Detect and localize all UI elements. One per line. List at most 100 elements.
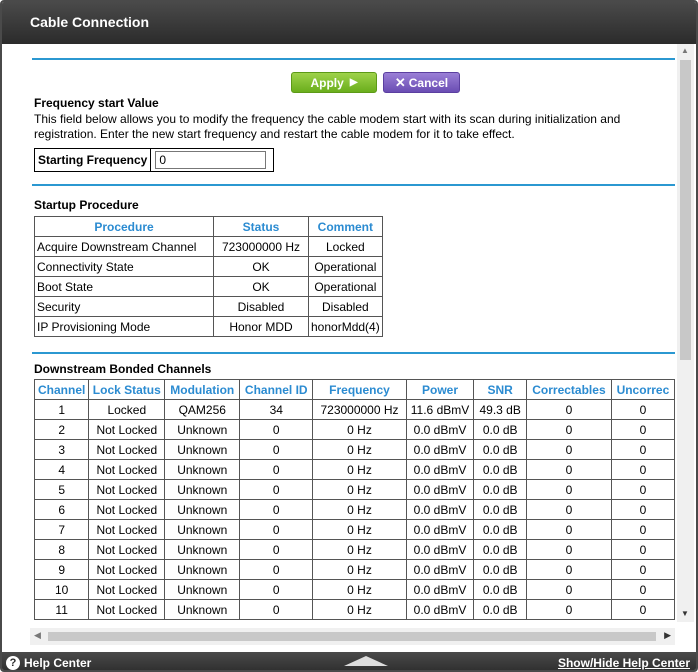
- table-cell: 3: [33, 439, 90, 460]
- scroll-thumb[interactable]: [48, 632, 656, 641]
- table-cell: 0: [239, 579, 314, 600]
- table-cell: OK: [213, 256, 309, 277]
- help-center-link[interactable]: Help Center: [24, 656, 91, 670]
- table-cell: 0.0 dBmV: [405, 559, 475, 580]
- table-cell: Security: [34, 296, 214, 317]
- table-cell: Unknown: [164, 559, 241, 580]
- cancel-button[interactable]: ✕ Cancel: [383, 72, 460, 93]
- column-header: Status: [213, 216, 309, 237]
- table-cell: 11: [33, 599, 90, 620]
- column-header: Correctables: [526, 379, 612, 400]
- scroll-down-icon[interactable]: ▼: [681, 609, 689, 618]
- table-cell: 0.0 dB: [473, 519, 528, 540]
- startup-heading: Startup Procedure: [34, 198, 139, 212]
- table-cell: Unknown: [164, 579, 241, 600]
- table-cell: Unknown: [164, 479, 241, 500]
- column-header: Modulation: [164, 379, 241, 400]
- modem-panel: Cable Connection Apply ▶ ✕ Cancel Freque…: [0, 0, 698, 672]
- table-cell: 0: [239, 459, 314, 480]
- column-header: Power: [405, 379, 475, 400]
- table-cell: Unknown: [164, 519, 241, 540]
- table-cell: 0 Hz: [312, 539, 407, 560]
- help-circle-icon[interactable]: ?: [6, 656, 20, 670]
- table-row: 10 Not Locked Unknown 0 0 Hz 0.0 dBmV 0.0 dB 0 0: [33, 579, 675, 600]
- table-cell: Not Locked: [88, 519, 166, 540]
- table-cell: 0: [526, 539, 612, 560]
- scroll-right-icon[interactable]: ▶: [664, 630, 671, 641]
- table-cell: 49.3 dB: [473, 399, 528, 420]
- table-cell: 0: [610, 559, 675, 580]
- content-area: Apply ▶ ✕ Cancel Frequency start Value T…: [30, 44, 675, 622]
- column-header: Comment: [308, 216, 383, 237]
- table-cell: Unknown: [164, 439, 241, 460]
- table-cell: 0 Hz: [312, 579, 407, 600]
- table-cell: 0: [610, 539, 675, 560]
- column-header: Procedure: [34, 216, 214, 237]
- table-cell: 0.0 dB: [473, 439, 528, 460]
- divider: [32, 58, 675, 60]
- table-cell: 0: [610, 459, 675, 480]
- table-cell: 0.0 dBmV: [405, 439, 475, 460]
- table-cell: Operational: [308, 276, 383, 297]
- apply-label: Apply: [310, 75, 344, 90]
- table-cell: 0: [239, 519, 314, 540]
- table-cell: 0: [610, 399, 675, 420]
- table-row: 1 Locked QAM256 34 723000000 Hz 11.6 dBmV 49.3…: [33, 399, 675, 420]
- help-toggle-tab[interactable]: [344, 656, 388, 666]
- downstream-table: Channel Lock Status Modulation Channel ID Fr…: [33, 379, 675, 620]
- frequency-description: This field below allows you to modify th…: [34, 112, 621, 141]
- table-row: 2 Not Locked Unknown 0 0 Hz 0.0 dBmV 0.0 dB 0 0: [33, 419, 675, 440]
- table-cell: 723000000 Hz: [213, 236, 309, 257]
- vertical-scrollbar[interactable]: ▲ ▼: [677, 44, 694, 622]
- horizontal-scrollbar[interactable]: ◀ ▶: [30, 628, 675, 645]
- table-row: 7 Not Locked Unknown 0 0 Hz 0.0 dBmV 0.0 dB 0 0: [33, 519, 675, 540]
- starting-frequency-input[interactable]: [155, 151, 267, 169]
- table-cell: Honor MDD: [213, 316, 309, 337]
- table-cell: Unknown: [164, 499, 241, 520]
- column-header: Channel: [33, 379, 90, 400]
- scroll-up-icon[interactable]: ▲: [681, 46, 689, 55]
- column-header: Uncorrec: [610, 379, 675, 400]
- table-cell: 0.0 dB: [473, 419, 528, 440]
- table-row: 3 Not Locked Unknown 0 0 Hz 0.0 dBmV 0.0 dB 0 0: [33, 439, 675, 460]
- table-cell: 0: [526, 499, 612, 520]
- table-row: 5 Not Locked Unknown 0 0 Hz 0.0 dBmV 0.0 dB 0 0: [33, 479, 675, 500]
- table-cell: IP Provisioning Mode: [34, 316, 214, 337]
- column-header: SNR: [473, 379, 528, 400]
- table-cell: 0.0 dB: [473, 499, 528, 520]
- table-cell: Not Locked: [88, 419, 166, 440]
- table-cell: 0: [610, 479, 675, 500]
- table-header-row: Procedure Status Comment: [34, 216, 383, 237]
- table-cell: Not Locked: [88, 499, 166, 520]
- table-cell: QAM256: [164, 399, 241, 420]
- table-cell: honorMdd(4): [308, 316, 383, 337]
- starting-frequency-row: Starting Frequency: [34, 148, 274, 172]
- table-cell: 0: [610, 439, 675, 460]
- table-cell: 0.0 dB: [473, 459, 528, 480]
- table-row: Security Disabled Disabled: [34, 296, 383, 317]
- scroll-left-icon[interactable]: ◀: [34, 630, 41, 641]
- table-cell: 0: [526, 559, 612, 580]
- table-cell: 0: [239, 479, 314, 500]
- scroll-thumb[interactable]: [680, 60, 691, 360]
- table-cell: 723000000 Hz: [312, 399, 407, 420]
- table-cell: 0.0 dBmV: [405, 599, 475, 620]
- table-cell: 2: [33, 419, 90, 440]
- table-cell: Unknown: [164, 599, 241, 620]
- divider: [32, 184, 675, 186]
- table-cell: Connectivity State: [34, 256, 214, 277]
- table-cell: 6: [33, 499, 90, 520]
- table-cell: 7: [33, 519, 90, 540]
- show-hide-help-link[interactable]: Show/Hide Help Center: [558, 656, 690, 670]
- table-cell: 0: [526, 599, 612, 620]
- table-row: 6 Not Locked Unknown 0 0 Hz 0.0 dBmV 0.0 dB 0 0: [33, 499, 675, 520]
- apply-button[interactable]: Apply ▶: [291, 72, 377, 93]
- column-header: Frequency: [312, 379, 407, 400]
- table-cell: 0.0 dBmV: [405, 459, 475, 480]
- table-cell: 0.0 dBmV: [405, 539, 475, 560]
- divider: [32, 352, 675, 354]
- table-cell: 0.0 dB: [473, 599, 528, 620]
- table-cell: Locked: [88, 399, 166, 420]
- title-bar: Cable Connection: [2, 2, 696, 44]
- table-cell: 0 Hz: [312, 519, 407, 540]
